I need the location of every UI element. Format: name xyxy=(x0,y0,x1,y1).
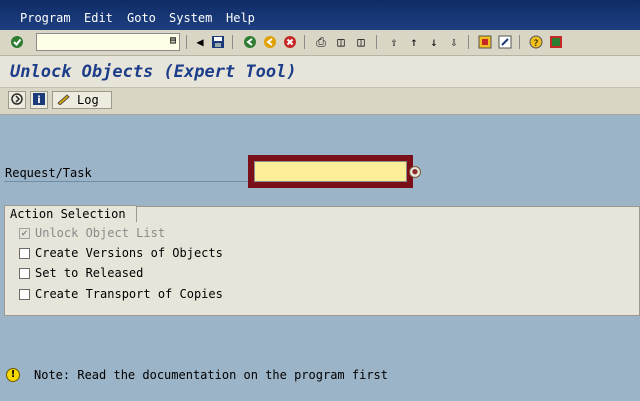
toolbar-separator xyxy=(186,35,187,49)
command-field[interactable]: ▤ xyxy=(36,33,180,51)
option-set-to-released[interactable]: Set to Released xyxy=(19,265,143,281)
log-label: Log xyxy=(77,93,99,107)
value-help-icon[interactable]: ● xyxy=(409,166,421,178)
help-icon[interactable]: ? xyxy=(528,34,544,50)
set-to-released-checkbox[interactable] xyxy=(19,267,30,279)
prev-page-icon[interactable]: ↑ xyxy=(406,34,422,50)
print-icon[interactable]: ⎙ xyxy=(313,34,329,50)
back-icon[interactable] xyxy=(242,34,258,50)
option-unlock-object-list: ✔ Unlock Object List xyxy=(19,225,165,241)
create-transport-copies-checkbox[interactable] xyxy=(19,288,30,300)
menu-bar: Program Edit Goto System Help xyxy=(0,0,640,30)
info-icon: i xyxy=(33,92,45,108)
svg-text:?: ? xyxy=(534,39,539,49)
exit-icon[interactable] xyxy=(262,34,278,50)
first-page-icon[interactable]: ⇧ xyxy=(386,34,402,50)
option-label: Create Versions of Objects xyxy=(35,246,223,260)
option-create-transport-copies[interactable]: Create Transport of Copies xyxy=(19,286,223,302)
create-versions-checkbox[interactable] xyxy=(19,247,30,259)
info-button[interactable]: i xyxy=(30,91,48,109)
command-input[interactable] xyxy=(37,34,163,50)
label-underline xyxy=(4,181,248,182)
next-page-icon[interactable]: ↓ xyxy=(426,34,442,50)
execute-button[interactable] xyxy=(8,91,26,109)
menu-program[interactable]: Program xyxy=(20,11,71,25)
toolbar-separator xyxy=(376,35,377,49)
shortcut-icon[interactable] xyxy=(497,34,513,50)
svg-text:i: i xyxy=(37,95,40,105)
application-toolbar: i Log xyxy=(0,87,640,115)
menu-system[interactable]: System xyxy=(169,11,212,25)
unlock-object-list-checkbox: ✔ xyxy=(19,227,30,239)
execute-icon xyxy=(11,92,23,108)
cancel-icon[interactable] xyxy=(282,34,298,50)
enter-icon[interactable] xyxy=(9,34,25,50)
layout-icon[interactable] xyxy=(548,34,564,50)
toolbar-separator xyxy=(519,35,520,49)
log-icon xyxy=(57,93,71,108)
page-title: Unlock Objects (Expert Tool) xyxy=(10,62,297,82)
request-task-highlight xyxy=(248,155,413,188)
back-arrow-icon[interactable]: ◀ xyxy=(192,34,208,50)
request-task-label: Request/Task xyxy=(5,166,92,180)
title-bar: Unlock Objects (Expert Tool) xyxy=(0,56,640,87)
menu-help[interactable]: Help xyxy=(226,11,255,25)
save-icon[interactable] xyxy=(210,34,226,50)
option-label: Create Transport of Copies xyxy=(35,287,223,301)
toolbar-separator xyxy=(232,35,233,49)
option-label: Unlock Object List xyxy=(35,226,166,240)
find-icon[interactable]: ◫ xyxy=(333,34,349,50)
find-next-icon[interactable]: ◫ xyxy=(353,34,369,50)
menu-edit[interactable]: Edit xyxy=(84,11,113,25)
menu-goto[interactable]: Goto xyxy=(127,11,156,25)
command-history-icon[interactable]: ▤ xyxy=(170,35,176,46)
system-toolbar: ▤ ◀ ⎙ ◫ ◫ ⇧ ↑ ↓ ⇩ ? xyxy=(0,30,640,56)
warning-icon: ! xyxy=(6,368,20,382)
log-button[interactable]: Log xyxy=(52,91,112,109)
toolbar-separator xyxy=(468,35,469,49)
toolbar-separator xyxy=(304,35,305,49)
status-note: Note: Read the documentation on the prog… xyxy=(34,368,389,382)
option-create-versions[interactable]: Create Versions of Objects xyxy=(19,245,223,261)
create-session-icon[interactable] xyxy=(477,34,493,50)
last-page-icon[interactable]: ⇩ xyxy=(446,34,462,50)
option-label: Set to Released xyxy=(35,266,144,280)
action-selection-title: Action Selection xyxy=(4,205,137,222)
request-task-input[interactable] xyxy=(254,161,407,182)
